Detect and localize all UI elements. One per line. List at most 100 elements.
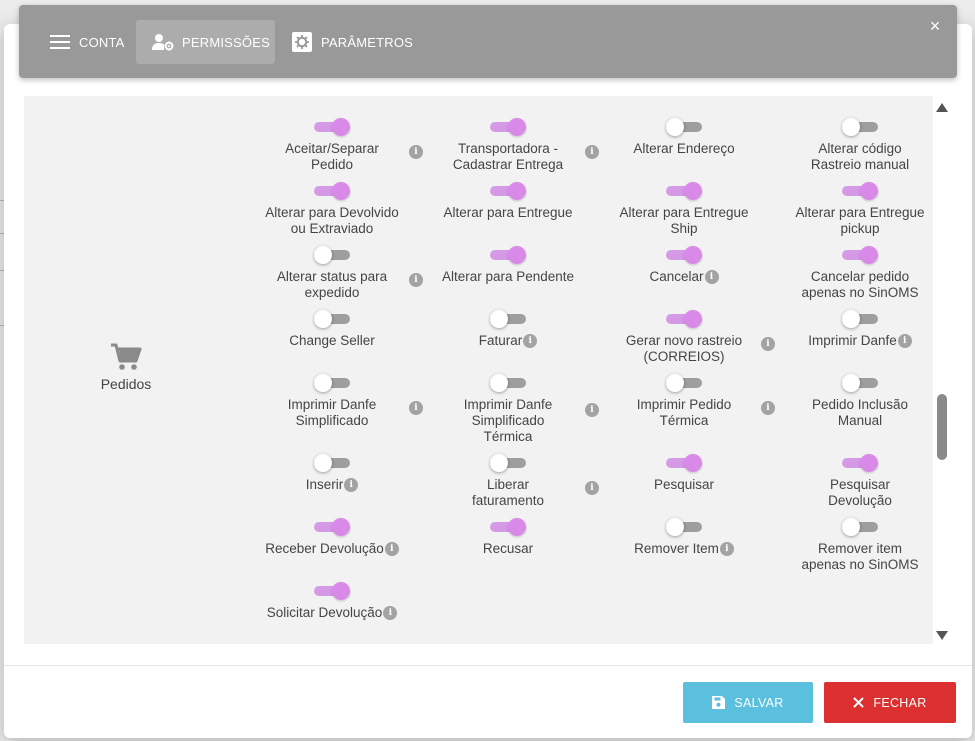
toggle-knob [860, 454, 878, 472]
info-icon[interactable]: i [585, 403, 599, 417]
save-button[interactable]: SALVAR [683, 682, 813, 723]
permission-item: Change Seller [247, 308, 417, 349]
info-icon[interactable]: i [704, 270, 719, 285]
toggle-knob [684, 246, 702, 264]
permission-item: PesquisarDevoluçãoi [775, 452, 933, 509]
toggle-knob [314, 246, 332, 264]
permission-toggle[interactable] [490, 516, 526, 538]
permission-toggle[interactable] [490, 452, 526, 474]
permission-label: Pesquisar [653, 477, 715, 492]
toggle-knob [314, 374, 332, 392]
info-icon[interactable]: i [719, 542, 734, 557]
scroll-thumb[interactable] [937, 394, 947, 460]
info-icon[interactable]: i [761, 337, 775, 351]
info-icon[interactable]: i [409, 145, 423, 159]
permission-toggle[interactable] [490, 372, 526, 394]
permission-label: Gerar novo rastreio (CORREIOS) [625, 333, 743, 364]
scroll-up-arrow-icon[interactable] [936, 103, 948, 112]
toggle-knob [842, 118, 860, 136]
info-icon[interactable]: i [383, 606, 398, 621]
floppy-icon [712, 696, 726, 709]
permission-label: Remover item apenas no SinOMS [801, 541, 919, 572]
tab-label: PERMISSÕES [182, 34, 270, 50]
permission-label: Alterar para Devolvido ou Extraviado [265, 205, 399, 236]
permission-toggle[interactable] [314, 116, 350, 138]
permission-toggle[interactable] [490, 308, 526, 330]
info-icon[interactable]: i [344, 478, 359, 493]
permission-toggle[interactable] [666, 180, 702, 202]
permission-toggle[interactable] [666, 244, 702, 266]
close-icon[interactable]: × [927, 17, 943, 35]
permission-toggle[interactable] [314, 180, 350, 202]
permission-toggle[interactable] [842, 372, 878, 394]
permission-toggle[interactable] [842, 308, 878, 330]
permission-item: Receber Devolução i [247, 516, 417, 557]
permission-toggle[interactable] [666, 308, 702, 330]
permission-toggle[interactable] [490, 244, 526, 266]
close-button[interactable]: FECHAR [824, 682, 956, 723]
permission-toggle[interactable] [666, 116, 702, 138]
info-icon[interactable]: i [409, 273, 423, 287]
info-icon[interactable]: i [897, 334, 912, 349]
toggle-knob [508, 118, 526, 136]
info-icon[interactable]: i [585, 481, 599, 495]
permission-toggle[interactable] [314, 372, 350, 394]
scrollbar[interactable] [933, 96, 951, 644]
permission-label: Imprimir Danfe Simplificado Térmica [463, 397, 553, 444]
toggle-knob [490, 310, 508, 328]
save-label: SALVAR [734, 695, 784, 710]
permission-label: Imprimir Danfe Simplificado [287, 397, 377, 428]
section-label: Pedidos [100, 376, 152, 392]
permission-toggle[interactable] [490, 180, 526, 202]
permission-toggle[interactable] [666, 516, 702, 538]
permission-toggle[interactable] [842, 180, 878, 202]
permission-toggle[interactable] [314, 516, 350, 538]
permission-item: Transportadora - Cadastrar Entrega i [423, 116, 599, 173]
permission-item: Inserir i [247, 452, 417, 493]
tab-parametros[interactable]: PARÂMETROS [291, 20, 421, 64]
permission-toggle[interactable] [314, 308, 350, 330]
info-icon[interactable]: i [585, 145, 599, 159]
permission-toggle[interactable] [314, 580, 350, 602]
permission-item: Recusar [423, 516, 593, 557]
settings-icon [291, 31, 313, 53]
permission-toggle[interactable] [314, 244, 350, 266]
info-icon[interactable]: i [409, 401, 423, 415]
permission-toggle[interactable] [842, 244, 878, 266]
permission-toggle[interactable] [842, 516, 878, 538]
permission-item: Imprimir Danfe Simplificado Térmica i [423, 372, 599, 445]
permission-label: Alterar para Pendente [441, 269, 575, 284]
permission-toggle[interactable] [490, 116, 526, 138]
permission-toggle[interactable] [666, 372, 702, 394]
toggle-knob [490, 374, 508, 392]
cart-icon [111, 343, 142, 370]
permission-toggle[interactable] [314, 452, 350, 474]
permission-label: Liberar faturamento [471, 477, 545, 508]
toggle-knob [508, 246, 526, 264]
permission-item: Aceitar/Separar Pedido i [247, 116, 423, 173]
section-pedidos: Pedidos [96, 342, 156, 392]
permission-toggle[interactable] [842, 116, 878, 138]
toggle-knob [842, 374, 860, 392]
tab-conta[interactable]: CONTA [49, 20, 134, 64]
toggle-knob [490, 454, 508, 472]
toggle-knob [332, 118, 350, 136]
tab-permissoes[interactable]: PERMISSÕES [136, 20, 275, 64]
permission-toggle[interactable] [666, 452, 702, 474]
permission-item: Imprimir Danfe Simplificado i [247, 372, 423, 429]
scroll-down-arrow-icon[interactable] [936, 631, 948, 640]
permission-toggle[interactable] [842, 452, 878, 474]
permission-item: Cancelar pedidoapenas no SinOMSi [775, 244, 933, 301]
permission-item: Solicitar Devolução i [247, 580, 417, 621]
permission-item: Alterar para Devolvido ou Extraviado [247, 180, 417, 237]
permission-item: Pesquisar [599, 452, 769, 493]
permission-item: Imprimir Danfe i [775, 308, 933, 349]
close-icon [853, 697, 865, 708]
info-icon[interactable]: i [384, 542, 399, 557]
permission-label: Change Seller [289, 333, 375, 348]
permission-label: Pedido Inclusão Manual [811, 397, 909, 428]
info-icon[interactable]: i [761, 401, 775, 415]
permission-label: Alterar para Entregue [443, 205, 573, 220]
info-icon[interactable]: i [523, 334, 538, 349]
permission-label: Pesquisar Devolução [828, 477, 892, 508]
